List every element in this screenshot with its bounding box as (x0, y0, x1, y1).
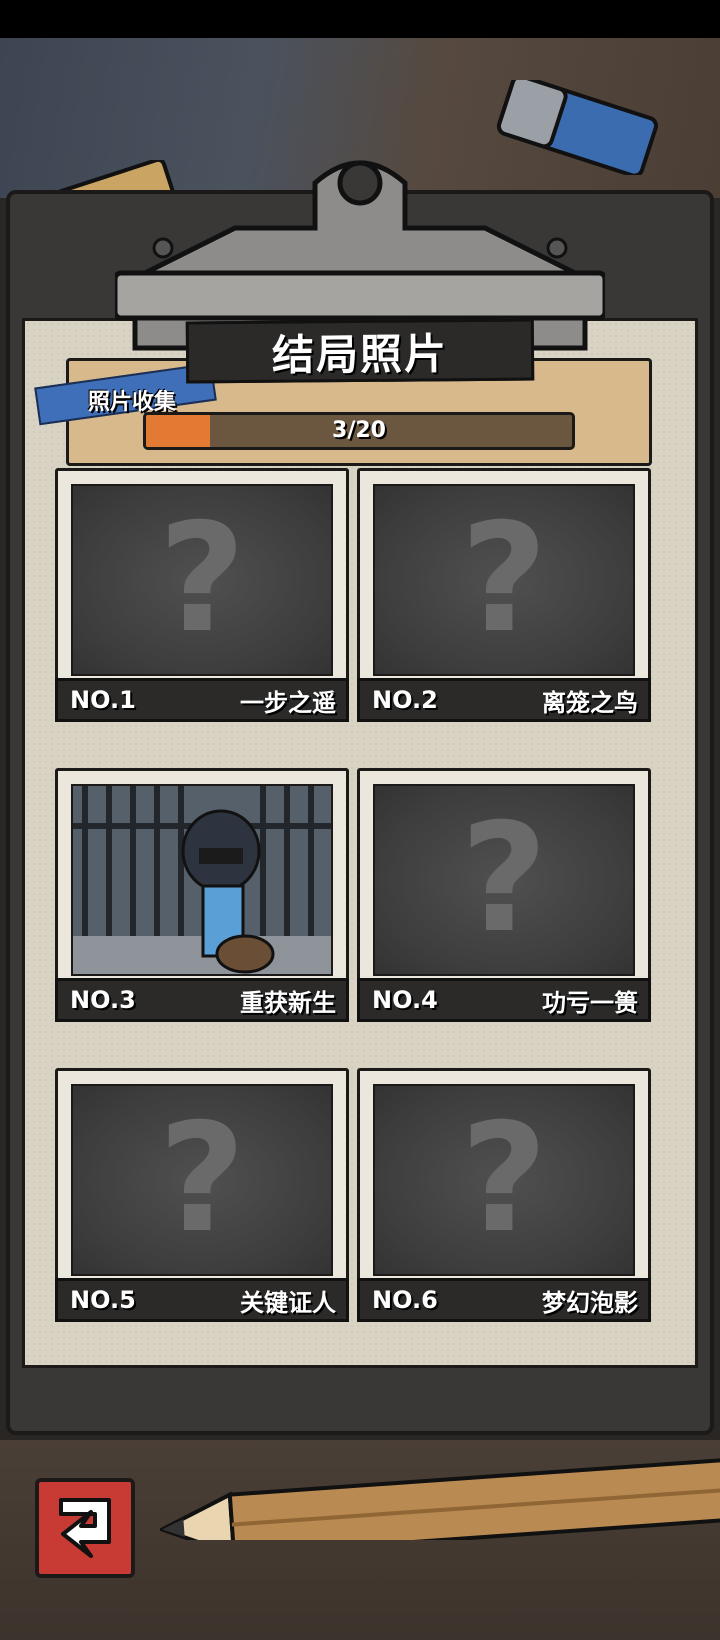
photo-locked: ? (373, 1084, 635, 1276)
card-label: NO.2 离笼之鸟 (357, 678, 651, 722)
status-bar (0, 0, 720, 38)
card-name: 重获新生 (240, 988, 336, 1017)
question-mark-icon: ? (460, 1092, 548, 1266)
progress-text: 3/20 (332, 418, 386, 443)
photo-locked: ? (373, 484, 635, 676)
card-label: NO.1 一步之遥 (55, 678, 349, 722)
photo-card-6[interactable]: ? NO.6 梦幻泡影 (357, 1068, 651, 1322)
photo-card-1[interactable]: ? NO.1 一步之遥 (55, 468, 349, 722)
card-name: 梦幻泡影 (542, 1288, 638, 1317)
card-number: NO.4 (372, 986, 438, 1014)
page-title: 结局照片 (271, 328, 449, 380)
photo-card-4[interactable]: ? NO.4 功亏一篑 (357, 768, 651, 1022)
photo-card-3[interactable]: NO.3 重获新生 (55, 768, 349, 1022)
pencil-decoration (160, 1457, 720, 1540)
photo-locked: ? (71, 1084, 333, 1276)
card-name: 一步之遥 (240, 688, 336, 717)
card-name: 离笼之鸟 (542, 688, 638, 717)
card-label: NO.4 功亏一篑 (357, 978, 651, 1022)
photo-locked: ? (71, 484, 333, 676)
card-number: NO.5 (70, 1286, 136, 1314)
question-mark-icon: ? (158, 1092, 246, 1266)
card-number: NO.3 (70, 986, 136, 1014)
title-plate: 结局照片 (185, 318, 535, 384)
question-mark-icon: ? (460, 492, 548, 666)
question-mark-icon: ? (158, 492, 246, 666)
photo-locked: ? (373, 784, 635, 976)
card-number: NO.1 (70, 686, 136, 714)
collection-progress-bar: 3/20 (143, 412, 575, 450)
photo-unlocked (71, 784, 333, 976)
photo-card-5[interactable]: ? NO.5 关键证人 (55, 1068, 349, 1322)
card-label: NO.5 关键证人 (55, 1278, 349, 1322)
card-label: NO.6 梦幻泡影 (357, 1278, 651, 1322)
card-name: 关键证人 (240, 1288, 336, 1317)
card-label: NO.3 重获新生 (55, 978, 349, 1022)
question-mark-icon: ? (460, 792, 548, 966)
prison-scene-image (73, 786, 331, 974)
photo-card-2[interactable]: ? NO.2 离笼之鸟 (357, 468, 651, 722)
back-arrow-icon (59, 1498, 111, 1558)
card-number: NO.2 (372, 686, 438, 714)
card-number: NO.6 (372, 1286, 438, 1314)
back-button[interactable] (35, 1478, 135, 1578)
card-name: 功亏一篑 (542, 988, 638, 1017)
